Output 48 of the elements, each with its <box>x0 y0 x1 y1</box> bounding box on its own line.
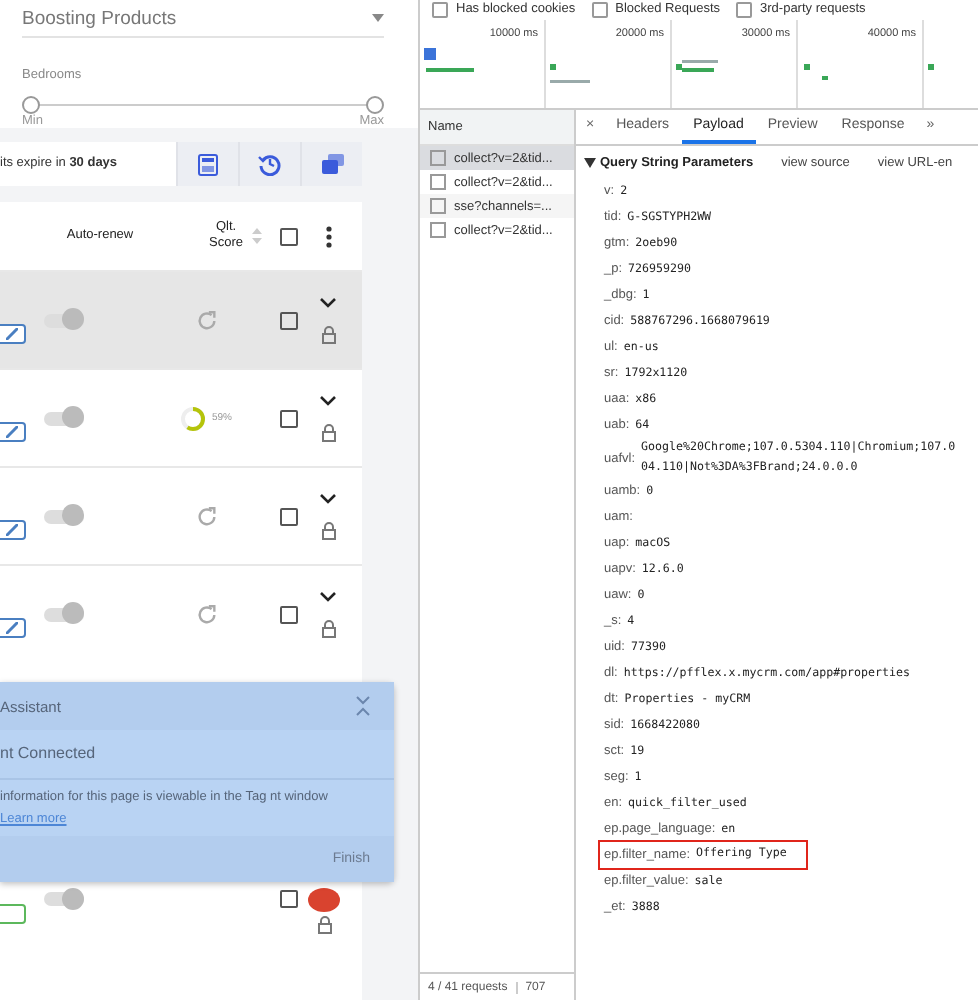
row-checkbox[interactable] <box>280 890 298 908</box>
toggle-switch[interactable] <box>44 411 84 425</box>
row-checkbox[interactable] <box>280 409 298 427</box>
edit-button[interactable] <box>0 618 26 638</box>
edit-button[interactable] <box>0 903 26 923</box>
toggle-switch[interactable] <box>44 313 84 327</box>
slider-thumb[interactable] <box>366 96 384 114</box>
filter-checkbox[interactable] <box>736 2 753 18</box>
sort-icon[interactable] <box>252 228 262 244</box>
slider-thumb[interactable] <box>22 96 40 114</box>
row-checkbox[interactable] <box>280 311 298 329</box>
status-badge <box>308 888 340 912</box>
toggle-switch[interactable] <box>44 509 84 523</box>
connection-status: nt Connected <box>0 730 394 780</box>
refresh-icon[interactable] <box>195 603 217 625</box>
calculator-icon <box>198 153 218 175</box>
lock-icon <box>317 916 331 934</box>
stack-button[interactable] <box>300 142 362 186</box>
row-checkbox[interactable] <box>280 605 298 623</box>
range-slider[interactable] <box>22 96 384 114</box>
edit-button[interactable] <box>0 324 26 344</box>
edit-button[interactable] <box>0 520 26 540</box>
refresh-icon[interactable] <box>195 505 217 527</box>
progress-ring <box>179 405 206 431</box>
collapse-icon[interactable] <box>356 696 370 717</box>
triangle-icon <box>584 157 596 167</box>
lock-icon <box>321 521 335 539</box>
chevron-down-icon[interactable] <box>320 297 336 307</box>
row-checkbox[interactable] <box>280 507 298 525</box>
dropdown[interactable]: Boosting Products <box>22 0 384 38</box>
refresh-icon[interactable] <box>195 309 217 331</box>
stack-icon <box>321 154 343 174</box>
lock-icon <box>321 423 335 441</box>
caret-icon <box>372 14 384 22</box>
edit-button[interactable] <box>0 422 26 442</box>
toggle-switch[interactable] <box>44 607 84 621</box>
dropdown-value: Boosting Products <box>22 7 177 29</box>
chevron-down-icon[interactable] <box>320 493 336 503</box>
filter-checkbox[interactable] <box>591 2 608 18</box>
filter-checkbox[interactable] <box>432 2 448 18</box>
lock-icon <box>321 619 335 637</box>
chevron-down-icon[interactable] <box>320 395 336 405</box>
history-icon <box>258 152 282 176</box>
toggle-switch[interactable] <box>44 892 84 906</box>
lock-icon <box>321 325 335 343</box>
chevron-down-icon[interactable] <box>320 591 336 601</box>
select-all-checkbox[interactable] <box>280 227 298 245</box>
more-icon[interactable] <box>326 225 332 247</box>
